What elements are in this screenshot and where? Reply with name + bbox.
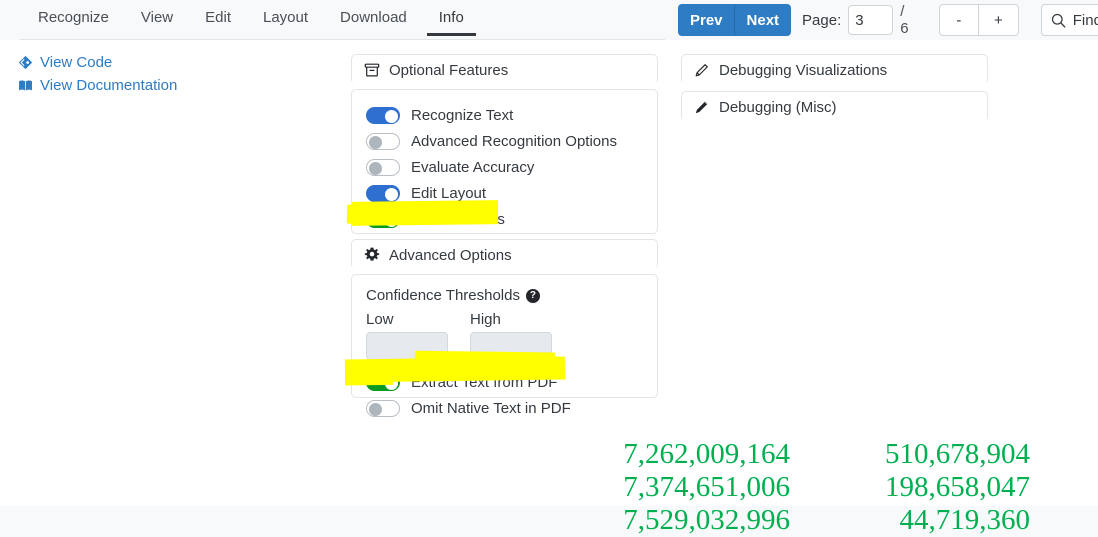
tab-recognize[interactable]: Recognize [22,0,125,36]
evaluate-accuracy-switch[interactable] [366,158,400,176]
zoom-out-button[interactable]: - [938,4,979,36]
debugging-misc-header-row[interactable]: Debugging (Misc) [682,92,987,122]
evaluate-accuracy-label: Evaluate Accuracy [411,158,535,176]
zoom-in-button[interactable]: + [978,4,1019,36]
book-icon [18,78,33,93]
debugging-misc-title: Debugging (Misc) [719,98,837,116]
advanced-options-title: Advanced Options [389,246,512,264]
page-total-label: / 6 [900,3,909,37]
advanced-options-panel-header[interactable]: Advanced Options [351,239,658,270]
document-number: 7,529,032,996 [623,504,790,536]
advanced-options-header-row[interactable]: Advanced Options [352,240,657,270]
extract-tables-label: Extract Tables [411,210,505,228]
gear-icon [364,247,380,263]
document-number: 44,719,360 [899,504,1031,536]
optional-features-title: Optional Features [389,61,509,79]
edit-layout-switch[interactable] [366,184,400,202]
code-diamond-icon [18,55,33,70]
extract-tables-switch[interactable] [366,210,400,228]
document-number: 198,658,047 [885,471,1030,503]
tab-download[interactable]: Download [324,0,423,36]
omit-native-text-in-pdf-label: Omit Native Text in PDF [411,399,571,417]
view-code-label: View Code [40,54,113,71]
recognize-text-switch[interactable] [366,106,400,124]
document-number-column-right: 510,678,904 198,658,047 44,719,360 [800,438,1030,537]
document-number: 510,678,904 [885,438,1030,470]
extract-text-from-pdf-label: Extract Text from PDF [411,373,558,391]
view-documentation-label: View Documentation [40,77,178,94]
confidence-thresholds-title-row: Confidence Thresholds ? [366,287,643,304]
confidence-high-input[interactable] [470,332,552,360]
confidence-threshold-fields: Low High [366,311,643,360]
find-button[interactable]: Find [1040,4,1098,36]
confidence-high-label: High [470,311,501,328]
confidence-thresholds-label: Confidence Thresholds [366,287,520,304]
prev-page-button[interactable]: Prev [678,4,735,36]
advanced-options-panel-body: Confidence Thresholds ? Low High Extract… [351,274,658,417]
main-nav-tabs: Recognize View Edit Layout Download Info [0,0,665,40]
confidence-high-field-group: High [470,311,552,360]
toggle-row-evaluate-accuracy[interactable]: Evaluate Accuracy [366,154,643,180]
advanced-recognition-options-label: Advanced Recognition Options [411,132,617,150]
toggle-row-extract-tables[interactable]: Extract Tables [366,206,643,232]
document-number: 7,262,009,164 [623,438,790,470]
debugging-misc-panel-header[interactable]: Debugging (Misc) [681,91,988,122]
sidebar-links: View Code View Documentation [18,52,318,98]
find-button-label: Find [1072,11,1098,29]
advanced-recognition-options-switch[interactable] [366,132,400,150]
optional-features-toggle-list: Recognize Text Advanced Recognition Opti… [352,90,657,243]
omit-native-text-in-pdf-switch[interactable] [366,399,400,417]
search-icon [1051,13,1066,28]
toggle-row-extract-text-from-pdf[interactable]: Extract Text from PDF [366,369,643,395]
recognize-text-label: Recognize Text [411,106,514,124]
tab-edit[interactable]: Edit [189,0,247,36]
debugging-visualizations-header-row[interactable]: Debugging Visualizations [682,55,987,85]
edit-layout-label: Edit Layout [411,184,487,202]
confidence-low-label: Low [366,311,394,328]
toggle-row-advanced-recognition-options[interactable]: Advanced Recognition Options [366,128,643,154]
help-circle-icon[interactable]: ? [525,288,540,303]
confidence-low-input[interactable] [366,332,448,360]
page-number-input[interactable] [848,5,894,35]
zoom-button-group: - + [938,4,1019,36]
view-documentation-link[interactable]: View Documentation [18,75,318,96]
page-label: Page: [802,11,842,29]
debugging-visualizations-title: Debugging Visualizations [719,61,888,79]
optional-features-panel-header[interactable]: Optional Features [351,54,658,85]
pencil-icon [694,62,710,78]
tab-layout[interactable]: Layout [247,0,324,36]
tab-info[interactable]: Info [423,0,480,36]
archive-box-icon [364,62,380,78]
top-toolbar: Recognize View Edit Layout Download Info… [0,0,1098,40]
advanced-options-content: Confidence Thresholds ? Low High Extract… [352,275,657,432]
view-code-link[interactable]: View Code [18,52,318,73]
toggle-row-edit-layout[interactable]: Edit Layout [366,180,643,206]
document-number-column-left: 7,262,009,164 7,374,651,006 7,529,032,996 [480,438,790,537]
optional-features-header-row[interactable]: Optional Features [352,55,657,85]
pager-controls: Prev Next Page: / 6 - + Find [678,3,1098,37]
next-page-button[interactable]: Next [734,4,792,36]
optional-features-panel-body: Recognize Text Advanced Recognition Opti… [351,89,658,234]
tab-view[interactable]: View [125,0,189,36]
extract-text-from-pdf-switch[interactable] [366,373,400,391]
toggle-row-omit-native-text-in-pdf[interactable]: Omit Native Text in PDF [366,395,643,421]
toggle-row-recognize-text[interactable]: Recognize Text [366,102,643,128]
document-number: 7,374,651,006 [623,471,790,503]
confidence-low-field-group: Low [366,311,448,360]
debugging-visualizations-panel-header[interactable]: Debugging Visualizations [681,54,988,85]
pencil-icon [694,99,710,115]
